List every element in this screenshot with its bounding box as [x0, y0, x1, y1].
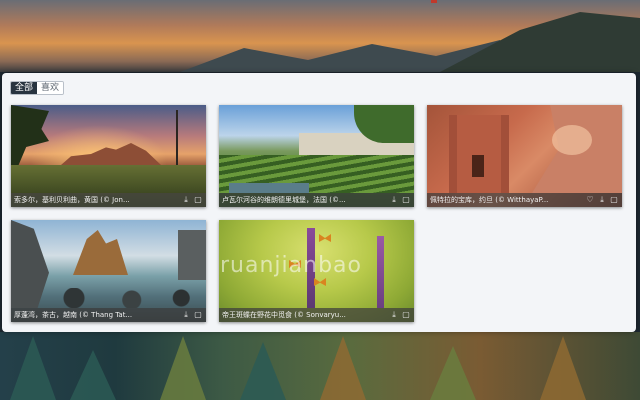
stones-shape — [41, 288, 206, 308]
wallpaper-history-panel: 全部 喜欢 索多尔，基利贝利曲，黄国 (© Jon... ⤓ ▢ 卢瓦尔河谷的维… — [2, 73, 636, 332]
fullscreen-icon[interactable]: ▢ — [402, 193, 410, 207]
filter-tabs: 全部 喜欢 — [10, 81, 65, 95]
facade-shape — [449, 115, 509, 193]
tree-shape — [11, 105, 49, 165]
fullscreen-icon[interactable]: ▢ — [194, 308, 202, 322]
pond-shape — [229, 183, 309, 193]
butterfly-shape — [314, 278, 326, 286]
fullscreen-icon[interactable]: ▢ — [194, 193, 202, 207]
fullscreen-icon[interactable]: ▢ — [610, 193, 618, 207]
wallpaper-thumbnail — [427, 105, 622, 207]
leaf-shape — [240, 342, 286, 400]
tab-all[interactable]: 全部 — [11, 82, 38, 94]
wallpaper-card[interactable]: 佩特拉的宝库，约旦 (© WitthayaP... ♡ ⤓ ▢ — [427, 105, 622, 207]
download-icon[interactable]: ⤓ — [390, 193, 398, 207]
leaf-shape — [320, 336, 366, 400]
door-shape — [472, 155, 484, 177]
leaf-shape — [70, 350, 116, 400]
wallpaper-caption: 厚蓬湾，茶古，越南 (© Thang Tat... — [14, 311, 133, 319]
butterfly-shape — [319, 234, 331, 242]
download-icon[interactable]: ⤓ — [390, 308, 398, 322]
wallpaper-caption-bar: 索多尔，基利贝利曲，黄国 (© Jon... ⤓ ▢ — [11, 193, 206, 207]
wallpaper-caption: 帝王斑蝶在野花中觅食 (© Sonvaryu... — [222, 311, 346, 319]
leaf-shape — [160, 336, 206, 400]
wallpaper-thumbnail — [219, 105, 414, 207]
wallpaper-card[interactable]: 索多尔，基利贝利曲，黄国 (© Jon... ⤓ ▢ — [11, 105, 206, 207]
fullscreen-icon[interactable]: ▢ — [402, 308, 410, 322]
watermark: ruanjianbao — [220, 253, 362, 278]
download-icon[interactable]: ⤓ — [182, 308, 190, 322]
wallpaper-caption-bar: 帝王斑蝶在野花中觅食 (© Sonvaryu... ⤓ ▢ — [219, 308, 414, 322]
wallpaper-thumbnail — [11, 220, 206, 322]
wallpaper-caption-bar: 厚蓬湾，茶古，越南 (© Thang Tat... ⤓ ▢ — [11, 308, 206, 322]
ridge-silhouette — [440, 12, 640, 72]
field-shape — [11, 165, 206, 193]
rock-shape — [73, 230, 128, 275]
heart-icon[interactable]: ♡ — [586, 193, 594, 207]
wallpaper-caption: 佩特拉的宝库，约旦 (© WitthayaP... — [430, 196, 549, 204]
leaf-shape — [10, 336, 56, 400]
tab-favorites[interactable]: 喜欢 — [37, 82, 64, 94]
wallpaper-caption: 卢瓦尔河谷的维朗德里城堡，法国 (©... — [222, 196, 346, 204]
mesa-shape — [61, 143, 161, 165]
light-shape — [552, 125, 592, 155]
flower-stem-shape — [377, 236, 384, 308]
wallpaper-background-bottom — [0, 332, 640, 400]
rock-shape — [178, 230, 206, 280]
wallpaper-card[interactable]: 卢瓦尔河谷的维朗德里城堡，法国 (©... ⤓ ▢ — [219, 105, 414, 207]
wallpaper-background-top — [0, 0, 640, 72]
wallpaper-thumbnail — [11, 105, 206, 207]
wallpaper-caption-bar: 佩特拉的宝库，约旦 (© WitthayaP... ♡ ⤓ ▢ — [427, 193, 622, 207]
leaf-shape — [430, 346, 476, 400]
wallpaper-caption: 索多尔，基利贝利曲，黄国 (© Jon... — [14, 196, 130, 204]
download-icon[interactable]: ⤓ — [598, 193, 606, 207]
leaf-shape — [540, 336, 586, 400]
wallpaper-caption-bar: 卢瓦尔河谷的维朗德里城堡，法国 (©... ⤓ ▢ — [219, 193, 414, 207]
indicator-dot — [431, 0, 437, 3]
download-icon[interactable]: ⤓ — [182, 193, 190, 207]
wallpaper-card[interactable]: 厚蓬湾，茶古，越南 (© Thang Tat... ⤓ ▢ — [11, 220, 206, 322]
